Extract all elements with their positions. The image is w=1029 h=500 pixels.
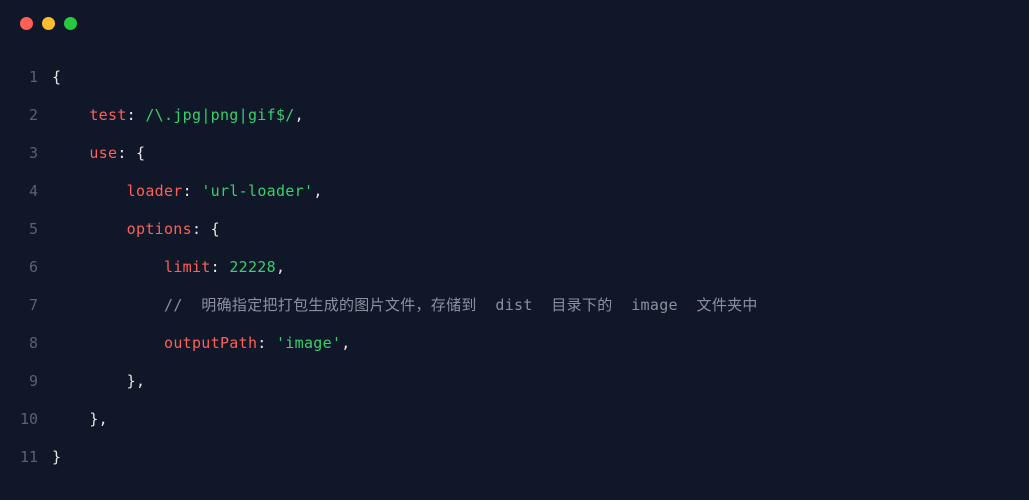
line-number: 5 [0, 210, 52, 248]
indent [52, 144, 89, 162]
colon: : [257, 334, 276, 352]
colon: : [117, 144, 136, 162]
colon: : [211, 258, 230, 276]
colon: : [127, 106, 146, 124]
indent [52, 296, 164, 314]
number-limit: 22228 [229, 258, 276, 276]
key-test: test [89, 106, 126, 124]
line-number: 3 [0, 134, 52, 172]
line-number: 7 [0, 286, 52, 324]
indent [52, 182, 127, 200]
line-number: 4 [0, 172, 52, 210]
indent [52, 372, 127, 390]
line-number: 1 [0, 58, 52, 96]
traffic-lights [20, 17, 77, 30]
comma: , [276, 258, 285, 276]
brace-close: } [52, 448, 61, 466]
comma: , [295, 106, 304, 124]
code-content: outputPath: 'image', [52, 324, 351, 362]
code-line: 9 }, [0, 362, 1029, 400]
regex-literal: /\.jpg|png|gif$/ [145, 106, 294, 124]
code-content: }, [52, 362, 145, 400]
code-line: 2 test: /\.jpg|png|gif$/, [0, 96, 1029, 134]
code-content: loader: 'url-loader', [52, 172, 323, 210]
string-image: 'image' [276, 334, 341, 352]
comma: , [313, 182, 322, 200]
key-output-path: outputPath [164, 334, 257, 352]
indent [52, 258, 164, 276]
code-line: 1 { [0, 58, 1029, 96]
key-loader: loader [127, 182, 183, 200]
brace-open: { [52, 68, 61, 86]
code-window: 1 { 2 test: /\.jpg|png|gif$/, 3 use: { 4… [0, 0, 1029, 500]
line-number: 8 [0, 324, 52, 362]
code-line: 3 use: { [0, 134, 1029, 172]
code-line: 6 limit: 22228, [0, 248, 1029, 286]
code-line: 4 loader: 'url-loader', [0, 172, 1029, 210]
key-use: use [89, 144, 117, 162]
code-content: // 明确指定把打包生成的图片文件，存储到 dist 目录下的 image 文件… [52, 286, 758, 324]
window-zoom-icon[interactable] [64, 17, 77, 30]
code-content: test: /\.jpg|png|gif$/, [52, 96, 304, 134]
string-url-loader: 'url-loader' [201, 182, 313, 200]
code-editor[interactable]: 1 { 2 test: /\.jpg|png|gif$/, 3 use: { 4… [0, 58, 1029, 500]
comment: // 明确指定把打包生成的图片文件，存储到 dist 目录下的 image 文件… [164, 296, 758, 314]
key-options: options [127, 220, 192, 238]
comma: , [341, 334, 350, 352]
indent [52, 410, 89, 428]
brace-open: { [211, 220, 220, 238]
code-line: 7 // 明确指定把打包生成的图片文件，存储到 dist 目录下的 image … [0, 286, 1029, 324]
brace-open: { [136, 144, 145, 162]
line-number: 9 [0, 362, 52, 400]
line-number: 6 [0, 248, 52, 286]
line-number: 2 [0, 96, 52, 134]
code-line: 8 outputPath: 'image', [0, 324, 1029, 362]
code-content: }, [52, 400, 108, 438]
code-content: use: { [52, 134, 145, 172]
window-minimize-icon[interactable] [42, 17, 55, 30]
code-content: { [52, 58, 61, 96]
indent [52, 106, 89, 124]
colon: : [192, 220, 211, 238]
code-line: 5 options: { [0, 210, 1029, 248]
line-number: 11 [0, 438, 52, 476]
code-content: } [52, 438, 61, 476]
code-content: options: { [52, 210, 220, 248]
code-content: limit: 22228, [52, 248, 285, 286]
code-line: 11 } [0, 438, 1029, 476]
brace-close-comma: }, [127, 372, 146, 390]
window-close-icon[interactable] [20, 17, 33, 30]
code-line: 10 }, [0, 400, 1029, 438]
line-number: 10 [0, 400, 52, 438]
brace-close-comma: }, [89, 410, 108, 428]
colon: : [183, 182, 202, 200]
indent [52, 334, 164, 352]
key-limit: limit [164, 258, 211, 276]
indent [52, 220, 127, 238]
